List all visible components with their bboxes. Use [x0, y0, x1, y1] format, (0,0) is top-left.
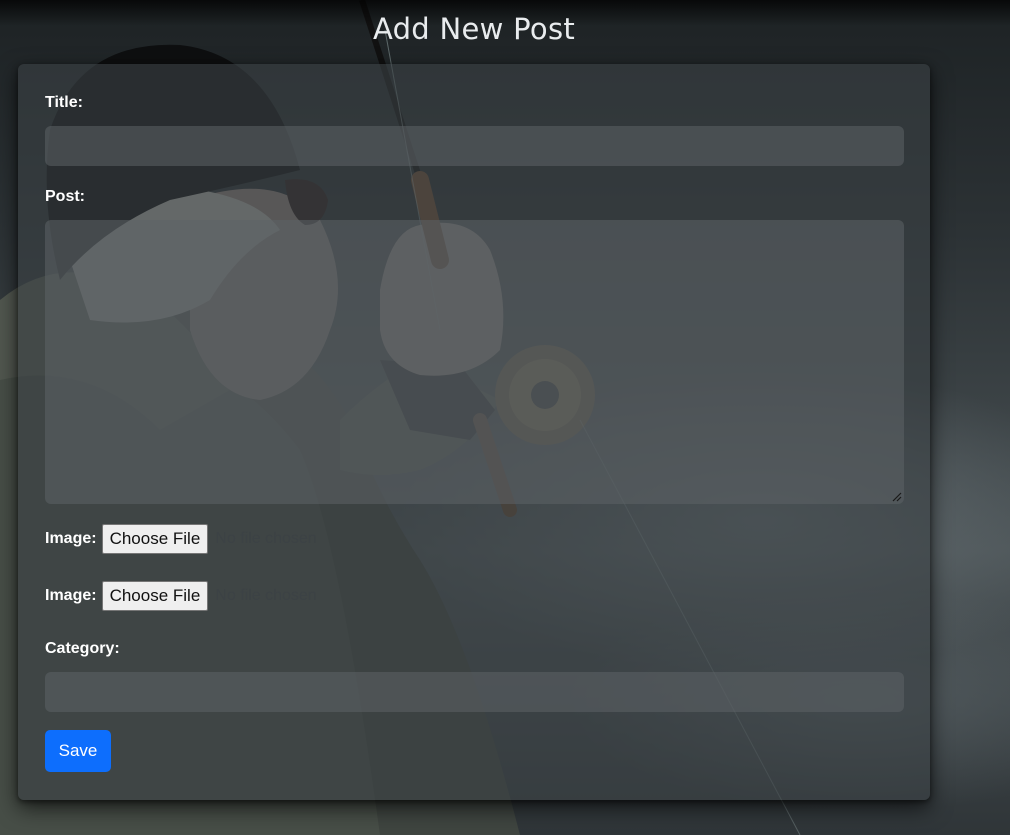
- category-input[interactable]: [45, 672, 904, 712]
- file-status-2: No file chosen: [215, 587, 317, 604]
- image-upload-row-1: Image: Choose File No file chosen: [45, 524, 317, 554]
- title-input[interactable]: [45, 126, 904, 166]
- image-upload-row-2: Image: Choose File No file chosen: [45, 581, 317, 611]
- save-button[interactable]: Save: [45, 730, 111, 772]
- image-label-1: Image:: [45, 530, 97, 547]
- image-label-2: Image:: [45, 587, 97, 604]
- post-label: Post:: [45, 188, 85, 205]
- add-post-form: Title: Post: Image: Choose File No file …: [18, 64, 930, 800]
- choose-file-button-1[interactable]: Choose File: [101, 524, 209, 554]
- post-textarea[interactable]: [45, 220, 904, 504]
- title-label: Title:: [45, 94, 83, 111]
- file-status-1: No file chosen: [215, 530, 317, 547]
- choose-file-button-2[interactable]: Choose File: [101, 581, 209, 611]
- page-title: Add New Post: [372, 12, 576, 46]
- category-label: Category:: [45, 640, 120, 657]
- resize-grip-icon[interactable]: [892, 492, 902, 502]
